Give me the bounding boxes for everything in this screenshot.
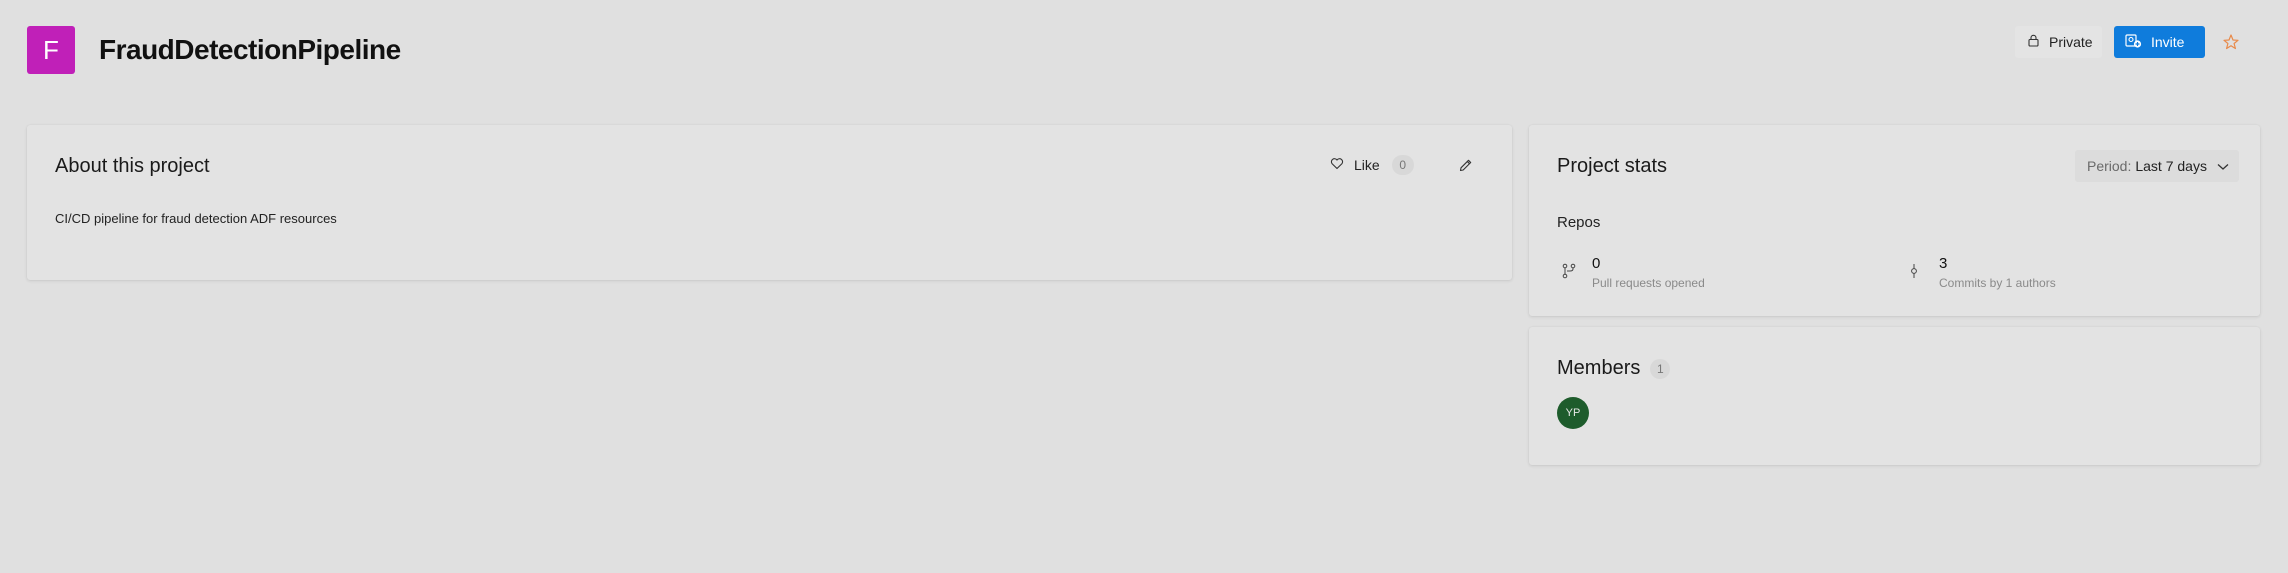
commit-icon: [1909, 255, 1939, 290]
lock-icon: [2027, 34, 2049, 50]
avatar[interactable]: YP: [1557, 397, 1589, 429]
commits-caption: Commits by 1 authors: [1939, 276, 2056, 290]
about-card: About this project Like 0 CI/CD pipeline…: [27, 125, 1512, 280]
members-count-badge: 1: [1650, 358, 1671, 379]
favorite-button[interactable]: [2221, 32, 2243, 54]
members-title: Members 1: [1557, 357, 1671, 380]
invite-label: Invite: [2151, 34, 2185, 50]
about-title: About this project: [55, 155, 210, 177]
project-stats-card: Project stats Period: Last 7 days Repos …: [1529, 125, 2260, 316]
pull-request-icon: [1562, 255, 1592, 290]
invite-button[interactable]: Invite: [2114, 26, 2205, 58]
project-title: FraudDetectionPipeline: [99, 34, 401, 65]
period-value: Last 7 days: [2135, 158, 2207, 174]
period-dropdown[interactable]: Period: Last 7 days: [2075, 150, 2239, 182]
members-title-label: Members: [1557, 357, 1641, 379]
project-description: CI/CD pipeline for fraud detection ADF r…: [55, 211, 337, 226]
commits-stat[interactable]: 3 Commits by 1 authors: [1909, 255, 2056, 290]
add-user-icon: [2125, 33, 2151, 52]
private-button[interactable]: Private: [2015, 26, 2102, 58]
chevron-down-icon: [2207, 158, 2229, 174]
like-label: Like: [1354, 157, 1380, 173]
like-button[interactable]: Like 0: [1330, 155, 1414, 175]
edit-button[interactable]: [1458, 158, 1473, 178]
project-avatar: F: [27, 26, 75, 74]
repos-section-label: Repos: [1557, 214, 1601, 231]
project-header: F FraudDetectionPipeline Private Invite: [0, 0, 2288, 98]
heart-icon: [1330, 157, 1354, 173]
members-card: Members 1 YP: [1529, 327, 2260, 465]
pull-requests-caption: Pull requests opened: [1592, 276, 1705, 290]
stats-title: Project stats: [1557, 155, 1668, 177]
star-icon: [2221, 34, 2241, 56]
period-label: Period:: [2087, 158, 2132, 174]
commits-value: 3: [1939, 255, 1948, 272]
pull-requests-stat[interactable]: 0 Pull requests opened: [1562, 255, 1705, 290]
pull-requests-value: 0: [1592, 255, 1601, 272]
private-label: Private: [2049, 34, 2093, 50]
like-count-badge: 0: [1391, 155, 1414, 175]
pencil-icon: [1458, 159, 1473, 177]
